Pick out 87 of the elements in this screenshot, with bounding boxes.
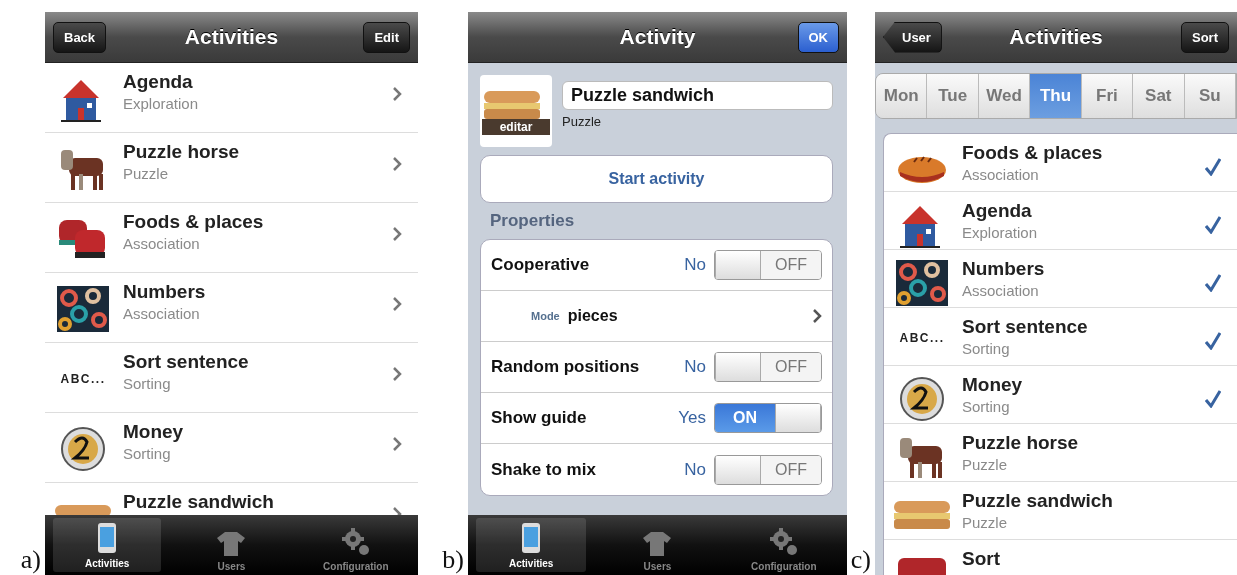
activity-title: Agenda: [123, 71, 194, 93]
activity-type: Association: [962, 282, 1040, 299]
panel-label: a): [19, 547, 42, 573]
activity-title: Money: [962, 374, 1024, 396]
activity-thumbnail[interactable]: editar: [480, 75, 552, 147]
tab[interactable]: Users: [169, 515, 294, 575]
activity-type: Sorting: [123, 375, 172, 392]
activity-type: Association: [962, 166, 1040, 183]
thumbnail-text: ABC...: [60, 372, 106, 386]
property-value: Yes: [678, 408, 706, 428]
property-label: Random positions: [491, 357, 641, 377]
activity-title: Sort sentence: [123, 351, 250, 373]
activity-row[interactable]: Puzzle horse Puzzle: [45, 133, 418, 203]
day-segment[interactable]: Sat: [1133, 74, 1185, 118]
activity-title: Puzzle horse: [962, 432, 1080, 454]
panel-label: b): [441, 547, 465, 573]
property-value: No: [684, 255, 706, 275]
activity-title: Foods & places: [962, 142, 1104, 164]
property-value: No: [684, 459, 706, 480]
activity-title: Numbers: [123, 281, 207, 303]
tab[interactable]: Activities: [476, 518, 587, 572]
tab[interactable]: Users: [594, 515, 721, 575]
activity-type: Puzzle: [562, 114, 603, 129]
day-segment[interactable]: Wed: [978, 74, 1031, 118]
activity-title: Puzzle sandwich: [123, 491, 275, 513]
activity-type: Exploration: [123, 95, 200, 112]
activity-type: Association: [123, 235, 201, 252]
activity-type: Puzzle: [123, 165, 170, 182]
activity-row[interactable]: Agenda Exploration: [884, 192, 1237, 250]
activity-row[interactable]: Foods & places Association: [884, 134, 1237, 192]
activity-title: Numbers: [962, 258, 1046, 280]
property-label: Shake to mix: [491, 459, 597, 480]
tab[interactable]: Activities: [53, 518, 162, 572]
activity-row[interactable]: Puzzle sandwich Puzzle: [884, 482, 1237, 540]
activity-type: Association: [123, 305, 201, 322]
option-caption: Mode: [531, 310, 560, 322]
activity-type: Puzzle: [962, 456, 1009, 473]
property-label: Cooperative: [491, 255, 591, 275]
toggle-switch[interactable]: OFF: [714, 250, 822, 280]
property-label: Show guide: [491, 408, 588, 428]
activity-row[interactable]: ABC... Sort sentence Sorting: [45, 343, 418, 413]
nav-title: Activities: [1008, 25, 1104, 49]
activity-title: Money: [123, 421, 185, 443]
activity-title: Sort: [962, 548, 1001, 570]
panel-label: c): [849, 547, 872, 573]
activity-title: Agenda: [962, 200, 1033, 222]
activity-title: Puzzle sandwich: [962, 490, 1114, 512]
nav-button[interactable]: Edit: [363, 21, 410, 53]
day-segment[interactable]: Mon: [876, 74, 928, 118]
toggle-switch[interactable]: OFF: [714, 352, 822, 382]
activity-row[interactable]: Numbers Association: [884, 250, 1237, 308]
activity-row[interactable]: Sort: [884, 540, 1237, 575]
activity-row[interactable]: Money Sorting: [45, 413, 418, 483]
edit-caption[interactable]: editar: [482, 119, 550, 135]
option-value: pieces: [567, 307, 619, 325]
back-button[interactable]: Back: [53, 21, 107, 53]
name-field[interactable]: Puzzle sandwich: [562, 81, 833, 110]
nav-title: Activity: [618, 25, 697, 49]
nav-title: Activities: [183, 25, 280, 49]
toggle-switch[interactable]: ON: [714, 403, 822, 433]
activity-row[interactable]: Numbers Association: [45, 273, 418, 343]
tab[interactable]: Configuration: [720, 515, 847, 575]
day-segment[interactable]: Fri: [1081, 74, 1134, 118]
activity-row[interactable]: Puzzle horse Puzzle: [884, 424, 1237, 482]
section-title: Properties: [489, 211, 576, 231]
activity-title: Puzzle horse: [123, 141, 241, 163]
activity-type: Sorting: [962, 340, 1011, 357]
activity-row[interactable]: Agenda Exploration: [45, 63, 418, 133]
activity-row[interactable]: Money Sorting: [884, 366, 1237, 424]
activity-title: Foods & places: [123, 211, 265, 233]
nav-button[interactable]: Sort: [1181, 21, 1229, 53]
day-segment[interactable]: Su: [1184, 74, 1236, 118]
toggle-switch[interactable]: OFF: [714, 454, 822, 485]
property-value: No: [684, 357, 706, 377]
day-segment[interactable]: Tue: [927, 74, 979, 118]
activity-type: Puzzle: [962, 514, 1009, 531]
tab[interactable]: Configuration: [293, 515, 418, 575]
activity-row[interactable]: Foods & places Association: [45, 203, 418, 273]
activity-type: Exploration: [962, 224, 1039, 241]
nav-button[interactable]: OK: [797, 21, 839, 53]
activity-type: Sorting: [962, 398, 1011, 415]
user-button[interactable]: User: [883, 21, 942, 53]
start-activity-button[interactable]: Start activity: [480, 155, 833, 203]
thumbnail-text: ABC...: [899, 331, 945, 345]
activity-title: Sort sentence: [962, 316, 1089, 338]
option-row[interactable]: Mode pieces: [481, 291, 832, 342]
activity-type: Sorting: [123, 445, 172, 462]
